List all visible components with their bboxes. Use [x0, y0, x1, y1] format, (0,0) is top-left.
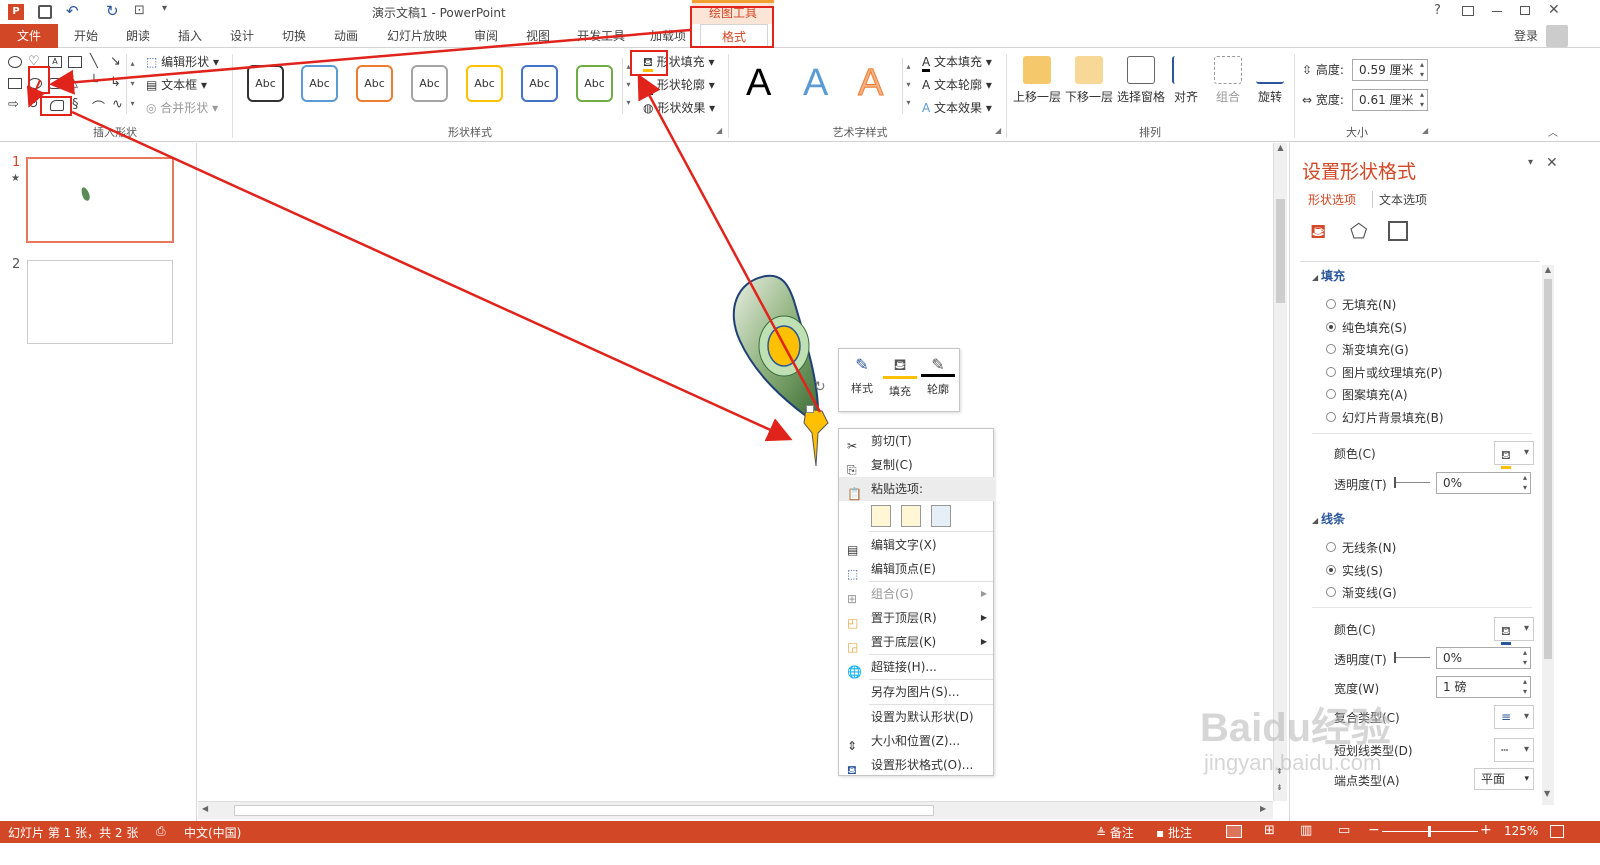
watermark-url: jingyan.baidu.com	[1204, 750, 1382, 775]
watermark-brand: Baidu经验	[1200, 706, 1392, 750]
arrow-shape-to-fill	[637, 73, 822, 413]
watermark: Baidu经验 jingyan.baidu.com	[1200, 706, 1391, 776]
arrow-freeform-to-shape	[71, 110, 793, 442]
arrow-tab-to-shapes	[49, 28, 691, 95]
arrow-to-freeform	[26, 79, 46, 108]
